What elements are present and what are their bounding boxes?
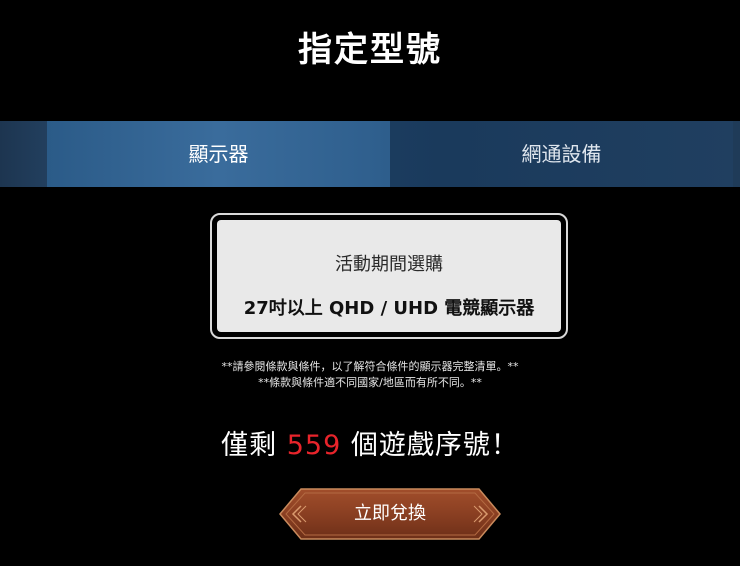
terms-note-line: **請參閱條款與條件，以了解符合條件的顯示器完整清單。**	[221, 360, 519, 373]
promo-headline: 27吋以上 QHD / UHD 電競顯示器	[243, 298, 535, 319]
redeem-button[interactable]: 立即兌換	[279, 488, 501, 540]
tab-monitors[interactable]: 顯示器	[47, 121, 390, 187]
redeem-button-label: 立即兌換	[354, 503, 426, 524]
tab-bar-edge-left	[0, 121, 47, 187]
page: 指定型號 顯示器 網通設備 活動期間選購 27吋以上 QHD / UHD 電競顯…	[0, 0, 740, 566]
remaining-codes: 僅剩 559 個遊戲序號！	[0, 423, 740, 462]
terms-notes: **請參閱條款與條件，以了解符合條件的顯示器完整清單。** **條款與條件適不同…	[0, 359, 740, 391]
promo-box: 活動期間選購 27吋以上 QHD / UHD 電競顯示器	[210, 213, 568, 339]
tab-networking[interactable]: 網通設備	[390, 121, 733, 187]
tab-bar: 顯示器 網通設備	[0, 121, 740, 187]
remaining-suffix: 個遊戲序號！	[350, 430, 519, 461]
remaining-count: 559	[286, 430, 342, 461]
promo-panel: 活動期間選購 27吋以上 QHD / UHD 電競顯示器	[217, 220, 561, 332]
page-title: 指定型號	[298, 30, 442, 70]
remaining-prefix: 僅剩	[221, 430, 278, 461]
terms-note-line: **條款與條件適不同國家/地區而有所不同。**	[258, 376, 482, 389]
tab-bar-edge-right	[733, 121, 740, 187]
promo-subtitle: 活動期間選購	[335, 254, 443, 275]
